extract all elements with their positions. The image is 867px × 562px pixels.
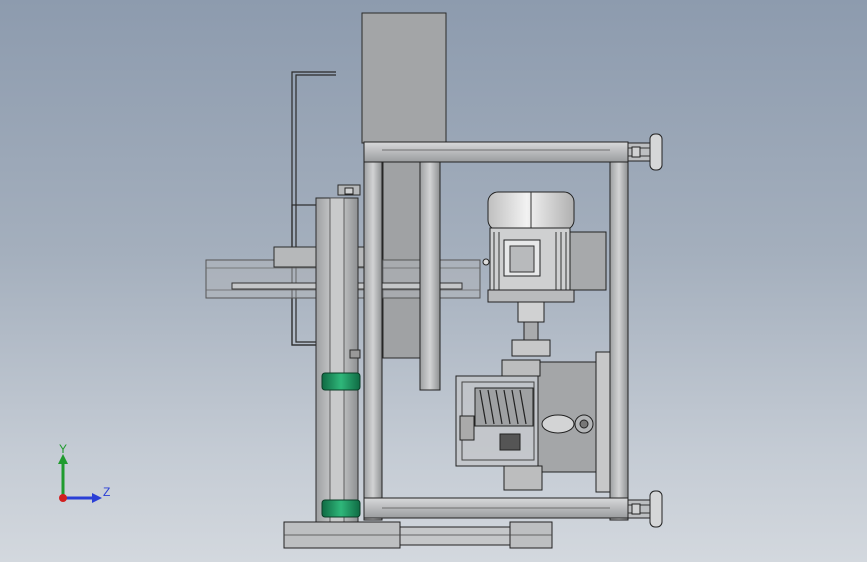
- vertical-shaft-column[interactable]: [315, 184, 361, 524]
- green-clamp-upper[interactable]: [321, 372, 361, 391]
- cad-graphics-viewport[interactable]: Y Z: [0, 0, 867, 562]
- z-axis-arrowhead: [92, 493, 102, 503]
- view-orientation-triad[interactable]: Y Z: [52, 440, 122, 510]
- green-clamp-lower[interactable]: [321, 499, 361, 518]
- gearbox[interactable]: [455, 351, 611, 493]
- base-plate[interactable]: [283, 521, 553, 549]
- electric-motor[interactable]: [482, 191, 607, 303]
- z-axis-label: Z: [103, 485, 111, 499]
- x-axis-origin: [59, 494, 67, 502]
- shaft-coupling[interactable]: [511, 301, 551, 357]
- assembly-model[interactable]: [0, 0, 867, 562]
- y-axis-label: Y: [59, 442, 68, 456]
